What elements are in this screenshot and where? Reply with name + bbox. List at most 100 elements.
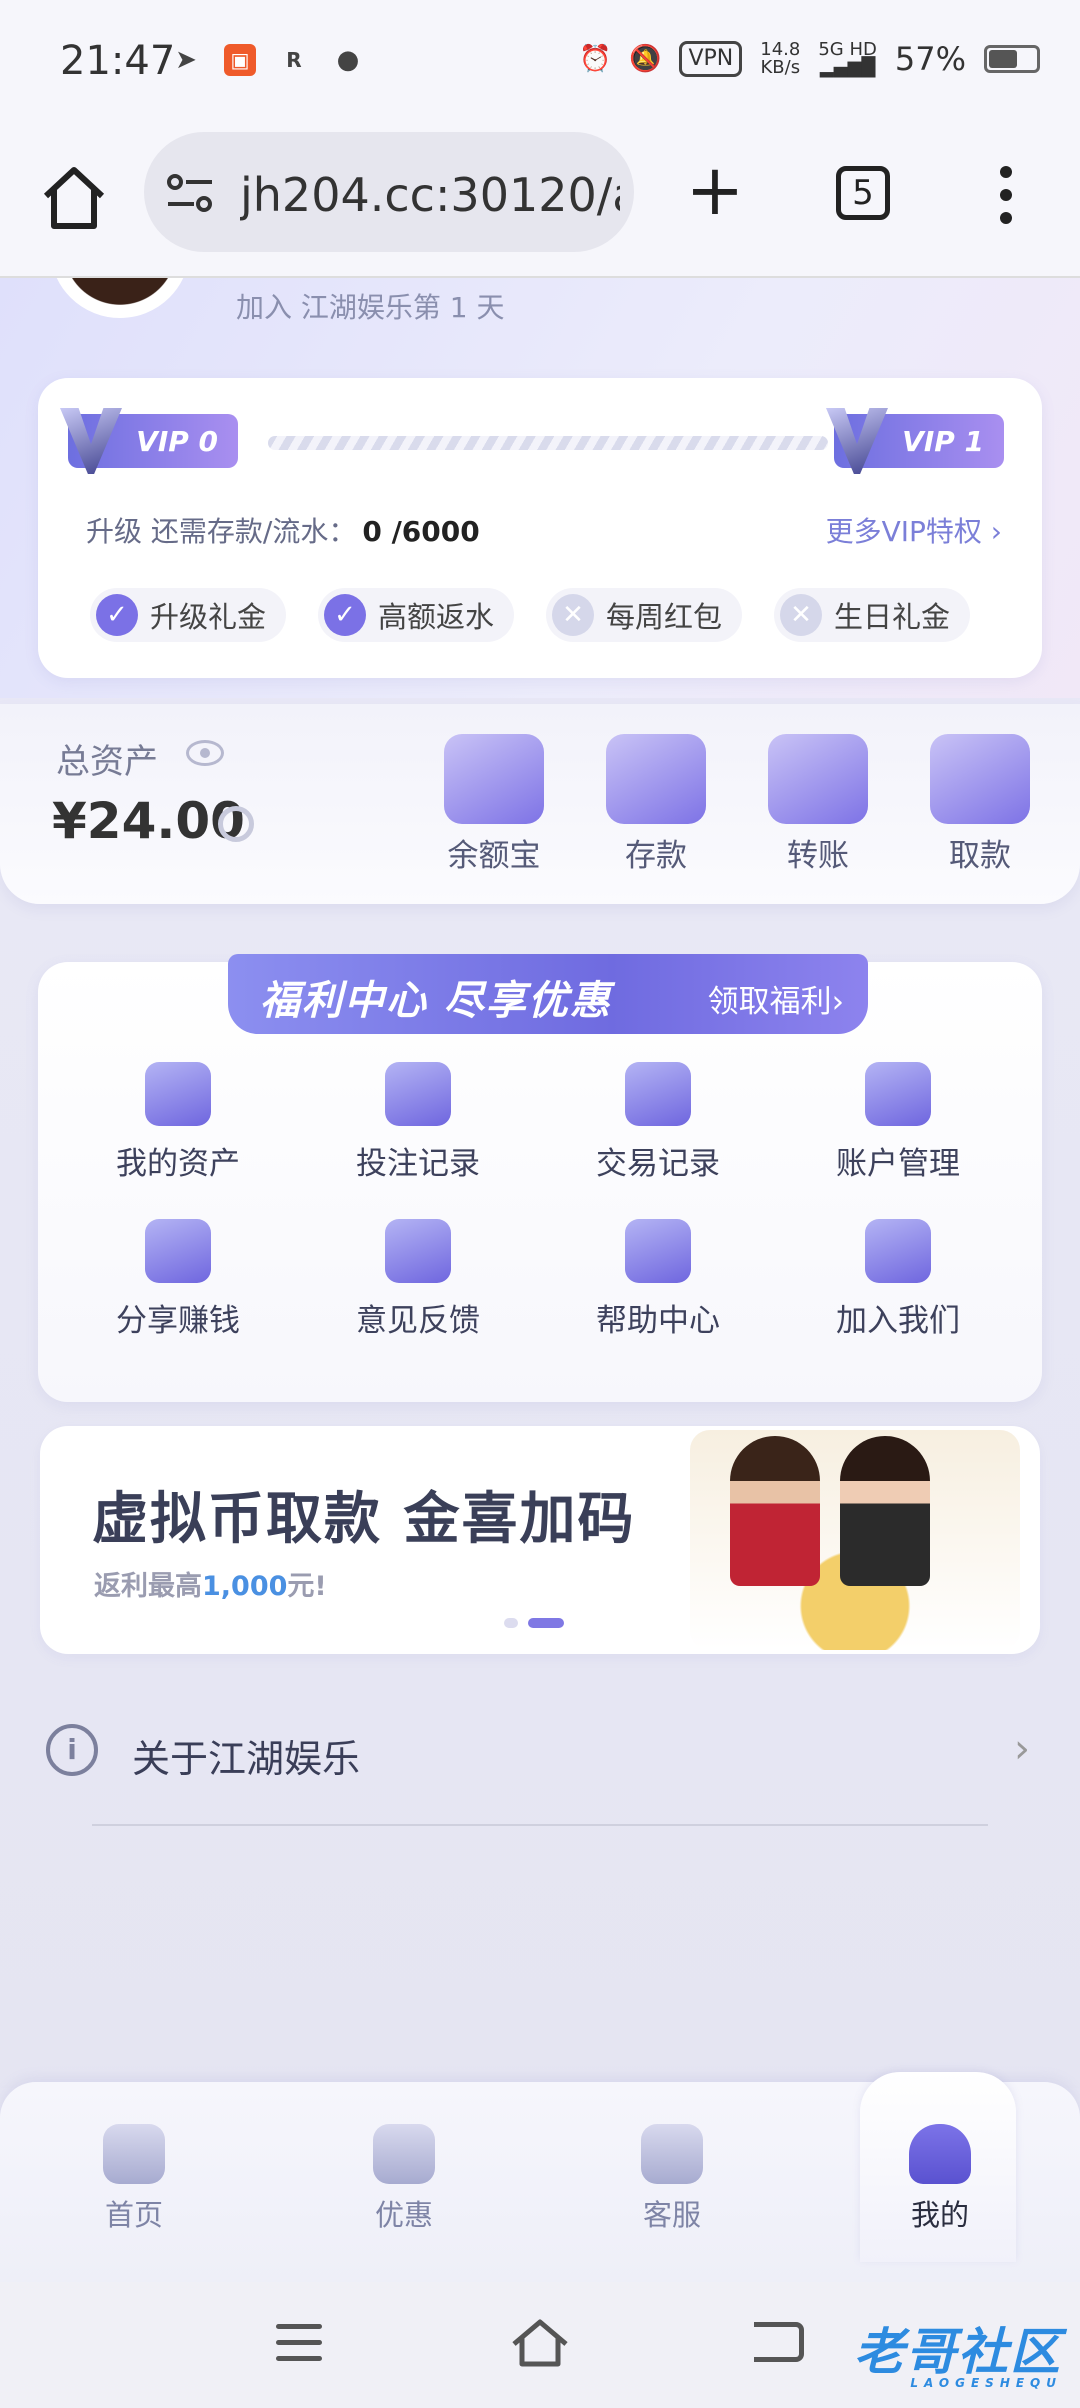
headset-icon (641, 2124, 703, 2184)
yuebao-button[interactable]: 余额宝 (440, 734, 548, 875)
watermark-logo: 老哥社区 LAOGESHEQU (854, 2323, 1062, 2390)
carousel-dot-active[interactable] (528, 1618, 564, 1628)
transaction-records-item[interactable]: 交易记录 (538, 1062, 778, 1183)
app-notification-icon: ▣ (224, 44, 256, 76)
join-us-item[interactable]: 加入我们 (778, 1219, 1018, 1340)
browser-toolbar: jh204.cc:30120/a + 5 (0, 128, 1080, 278)
status-bar: 21:47 ➤ ▣ R ● ⏰ 🔕 VPN 14.8 KB/s 5G HD ▂▄▆… (0, 0, 1080, 128)
check-icon: ✓ (96, 594, 138, 636)
alarm-icon: ⏰ (579, 44, 612, 74)
bet-records-item[interactable]: 投注记录 (298, 1062, 538, 1183)
recent-apps-icon[interactable] (276, 2324, 322, 2362)
yuan-icon (145, 1219, 211, 1283)
home-icon (103, 2124, 165, 2184)
help-icon (625, 1219, 691, 1283)
r-icon: R (286, 48, 302, 72)
welfare-grid: 我的资产 投注记录 交易记录 账户管理 分享赚钱 意见反馈 帮助中心 加入我们 (58, 1062, 1018, 1340)
help-center-item[interactable]: 帮助中心 (538, 1219, 778, 1340)
battery-percent: 57% (894, 40, 966, 78)
check-icon: ✓ (324, 594, 367, 636)
wallet-icon (145, 1062, 211, 1126)
about-label: 关于江湖娱乐 (132, 1737, 361, 1781)
welfare-title: 福利中心 尽享优惠 (260, 978, 612, 1024)
promo-banner[interactable]: 虚拟币取款 金喜加码 返利最高1,000元! (40, 1426, 1040, 1654)
my-assets-item[interactable]: 我的资产 (58, 1062, 298, 1183)
eye-icon[interactable] (186, 740, 224, 766)
total-assets-label: 总资产 (56, 742, 158, 782)
status-right: ⏰ 🔕 VPN 14.8 KB/s 5G HD ▂▄▆█ 57% (579, 40, 1040, 78)
wallet-icon (606, 734, 706, 824)
vip-progress-bar (268, 436, 828, 450)
back-icon[interactable] (754, 2322, 804, 2362)
battery-icon (984, 45, 1040, 73)
promo-image (690, 1430, 1020, 1650)
total-assets-value: ¥24.00 (52, 792, 245, 850)
refresh-icon[interactable] (218, 806, 254, 842)
bottom-tab-bar: 首页 优惠 客服 我的 (0, 2072, 1080, 2282)
discount-icon (373, 2124, 435, 2184)
account-icon (865, 1062, 931, 1126)
network-speed: 14.8 KB/s (760, 39, 801, 78)
promo-subtitle: 返利最高1,000元! (94, 1571, 327, 1602)
upgrade-requirement: 升级 还需存款/流水： 0 /6000 (86, 515, 480, 548)
promo-title: 虚拟币取款 金喜加码 (92, 1487, 636, 1552)
welfare-center: 福利中心 尽享优惠 领取福利› 我的资产 投注记录 交易记录 账户管理 分享赚钱… (38, 954, 1042, 1402)
about-row[interactable]: i 关于江湖娱乐 › (40, 1702, 1040, 1802)
vip-next-badge: VIP 1 (826, 408, 1004, 474)
feedback-item[interactable]: 意见反馈 (298, 1219, 538, 1340)
promo-model-left (730, 1436, 820, 1586)
withdraw-button[interactable]: 取款 (926, 734, 1034, 875)
signal-icon: 5G HD ▂▄▆█ (818, 39, 877, 78)
vip-logo-icon (60, 408, 122, 474)
url-text: jh204.cc:30120/a (240, 168, 620, 222)
perk-weekly-redpacket: ✕ 每周红包 (546, 588, 743, 642)
upgrade-value: 0 /6000 (362, 515, 480, 548)
tab-home[interactable]: 首页 (64, 2124, 204, 2234)
tab-discount[interactable]: 优惠 (334, 2124, 474, 2234)
clock-icon (385, 1062, 451, 1126)
exchange-icon (625, 1062, 691, 1126)
claim-welfare-link[interactable]: 领取福利› (708, 976, 844, 1021)
page-content: 加入 江湖娱乐第 1 天 VIP 0 VIP 1 升级 还需存款/流水： 0 /6… (0, 278, 1080, 2088)
vpn-badge: VPN (679, 41, 743, 77)
perk-upgrade-bonus: ✓ 升级礼金 (90, 588, 287, 642)
info-icon: i (46, 1724, 98, 1776)
chat-icon: ● (336, 45, 360, 75)
site-settings-icon[interactable] (166, 172, 214, 214)
address-bar[interactable]: jh204.cc:30120/a (144, 132, 634, 252)
status-time: 21:47 (60, 38, 176, 84)
tab-mine[interactable]: 我的 (870, 2124, 1010, 2234)
tab-service[interactable]: 客服 (602, 2124, 742, 2234)
carousel-dots (504, 1618, 564, 1628)
join-icon (865, 1219, 931, 1283)
vip-current-badge: VIP 0 (60, 408, 238, 474)
more-vip-link[interactable]: 更多VIP特权 › (826, 510, 1002, 550)
vip-perks: ✓ 升级礼金 ✓ 高额返水 ✕ 每周红包 ✕ 生日礼金 (90, 588, 971, 642)
share-earn-item[interactable]: 分享赚钱 (58, 1219, 298, 1340)
carousel-dot[interactable] (504, 1618, 518, 1628)
nav-home-icon[interactable] (510, 2318, 570, 2368)
perk-rebate: ✓ 高额返水 (318, 588, 515, 642)
divider (92, 1824, 988, 1826)
user-icon (909, 2124, 971, 2184)
cross-icon: ✕ (552, 594, 595, 636)
deposit-button[interactable]: 存款 (602, 734, 710, 875)
join-days-text: 加入 江湖娱乐第 1 天 (236, 291, 505, 324)
notification-icons: ➤ ▣ R ● (170, 44, 364, 76)
transfer-icon (768, 734, 868, 824)
perk-birthday-bonus: ✕ 生日礼金 (774, 588, 971, 642)
promo-model-right (840, 1436, 930, 1586)
account-management-item[interactable]: 账户管理 (778, 1062, 1018, 1183)
home-icon[interactable] (38, 162, 110, 234)
chevron-right-icon: › (1014, 1726, 1030, 1772)
asset-actions: 余额宝 存款 转账 取款 (440, 734, 1034, 875)
safe-icon (444, 734, 544, 824)
feedback-icon (385, 1219, 451, 1283)
mute-icon: 🔕 (629, 44, 662, 74)
welfare-banner: 福利中心 尽享优惠 领取福利› (228, 954, 868, 1034)
more-menu-icon[interactable] (996, 166, 1016, 226)
tab-switcher-button[interactable]: 5 (836, 166, 890, 220)
card-icon (930, 734, 1030, 824)
new-tab-button[interactable]: + (680, 155, 750, 228)
transfer-button[interactable]: 转账 (764, 734, 872, 875)
